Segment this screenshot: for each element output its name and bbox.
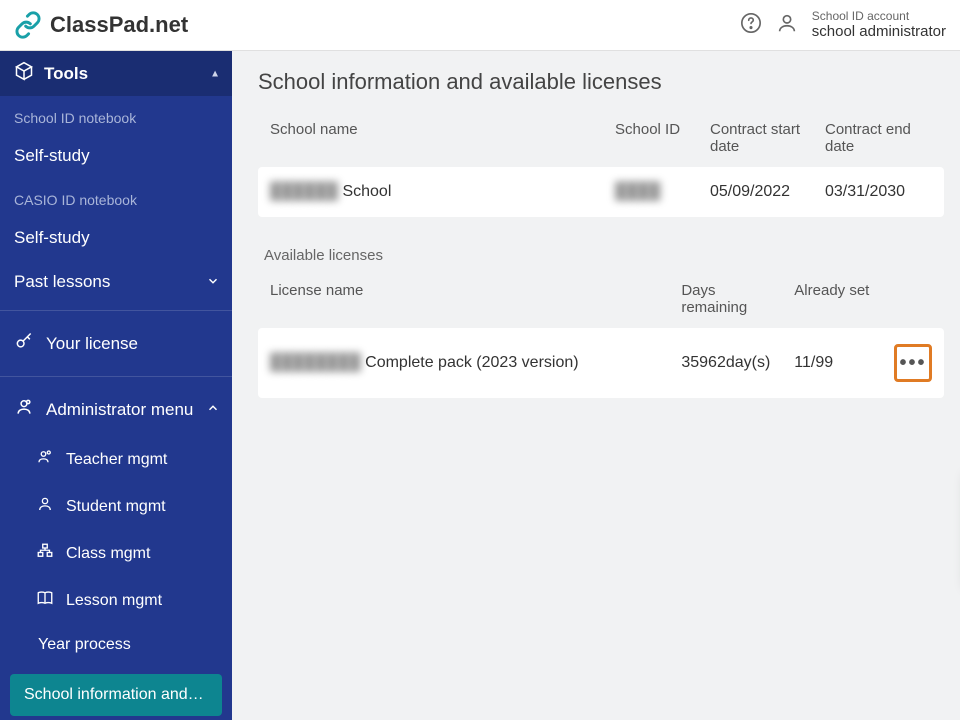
chevron-down-icon [206,274,220,291]
sidebar-section-casio-id: CASIO ID notebook [0,178,232,216]
col-school-name: School name [258,113,603,167]
sidebar-item-lessonmgmt[interactable]: Lesson mgmt [10,577,232,624]
cube-icon [14,61,34,86]
cell-already-set: 11/99 [782,328,882,398]
sidebar-item-studentmgmt[interactable]: Student mgmt [10,483,232,530]
sidebar-item-adminmenu[interactable]: Administrator menu [0,383,232,436]
cell-days-remaining: 35962day(s) [669,328,782,398]
admin-icon [14,397,34,422]
topbar: ClassPad.net School ID account school ad… [0,0,960,51]
cell-contract-end: 03/31/2030 [813,167,944,217]
sidebar-item-pastlessons[interactable]: Past lessons [0,260,232,304]
sidebar-tools-header[interactable]: Tools ▲ [0,51,232,96]
key-icon [14,331,34,356]
cell-contract-start: 05/09/2022 [698,167,813,217]
help-icon[interactable] [740,12,762,37]
chevron-up-icon [206,400,220,420]
account-info[interactable]: School ID account school administrator [812,9,946,41]
chevron-up-icon: ▲ [210,68,220,79]
account-type-label: School ID account [812,9,946,23]
sidebar-item-yourlicense[interactable]: Your license [0,317,232,370]
sidebar-item-selfstudy-casio[interactable]: Self-study [0,216,232,260]
brand-text: ClassPad.net [50,12,188,38]
user-icon[interactable] [776,12,798,37]
teacher-icon [36,448,54,471]
sidebar-item-selfstudy-school[interactable]: Self-study [0,134,232,178]
book-icon [36,589,54,612]
row-actions-button[interactable]: ••• [894,344,932,382]
sidebar-item-yearprocess[interactable]: Year process [10,624,232,666]
org-icon [36,542,54,565]
more-icon: ••• [899,352,926,375]
col-contract-start: Contract start date [698,113,813,167]
col-days-remaining: Days remaining [669,274,782,328]
licenses-table: License name Days remaining Already set … [258,274,944,398]
page-title: School information and available license… [258,69,944,95]
brand-logo[interactable]: ClassPad.net [14,11,188,39]
license-row: ████████ Complete pack (2023 version) 35… [258,328,944,398]
sidebar-section-school-id: School ID notebook [0,96,232,134]
sidebar-item-classmgmt[interactable]: Class mgmt [10,530,232,577]
col-license-name: License name [258,274,669,328]
sidebar: Tools ▲ School ID notebook Self-study CA… [0,51,232,720]
sidebar-item-teachermgmt[interactable]: Teacher mgmt [10,436,232,483]
cell-school-name: ██████ School [258,167,603,217]
cell-license-name: ████████ Complete pack (2023 version) [258,328,669,398]
link-icon [14,11,42,39]
sidebar-item-schoolinfo-active[interactable]: School information and a... [10,674,222,716]
student-icon [36,495,54,518]
col-school-id: School ID [603,113,698,167]
content-area: School information and available license… [232,51,960,720]
col-already-set: Already set [782,274,882,328]
col-contract-end: Contract end date [813,113,944,167]
school-info-table: School name School ID Contract start dat… [258,113,944,217]
cell-school-id: ████ [603,167,698,217]
account-role-label: school administrator [812,23,946,41]
available-licenses-label: Available licenses [264,247,944,264]
school-row: ██████ School ████ 05/09/2022 03/31/2030 [258,167,944,217]
